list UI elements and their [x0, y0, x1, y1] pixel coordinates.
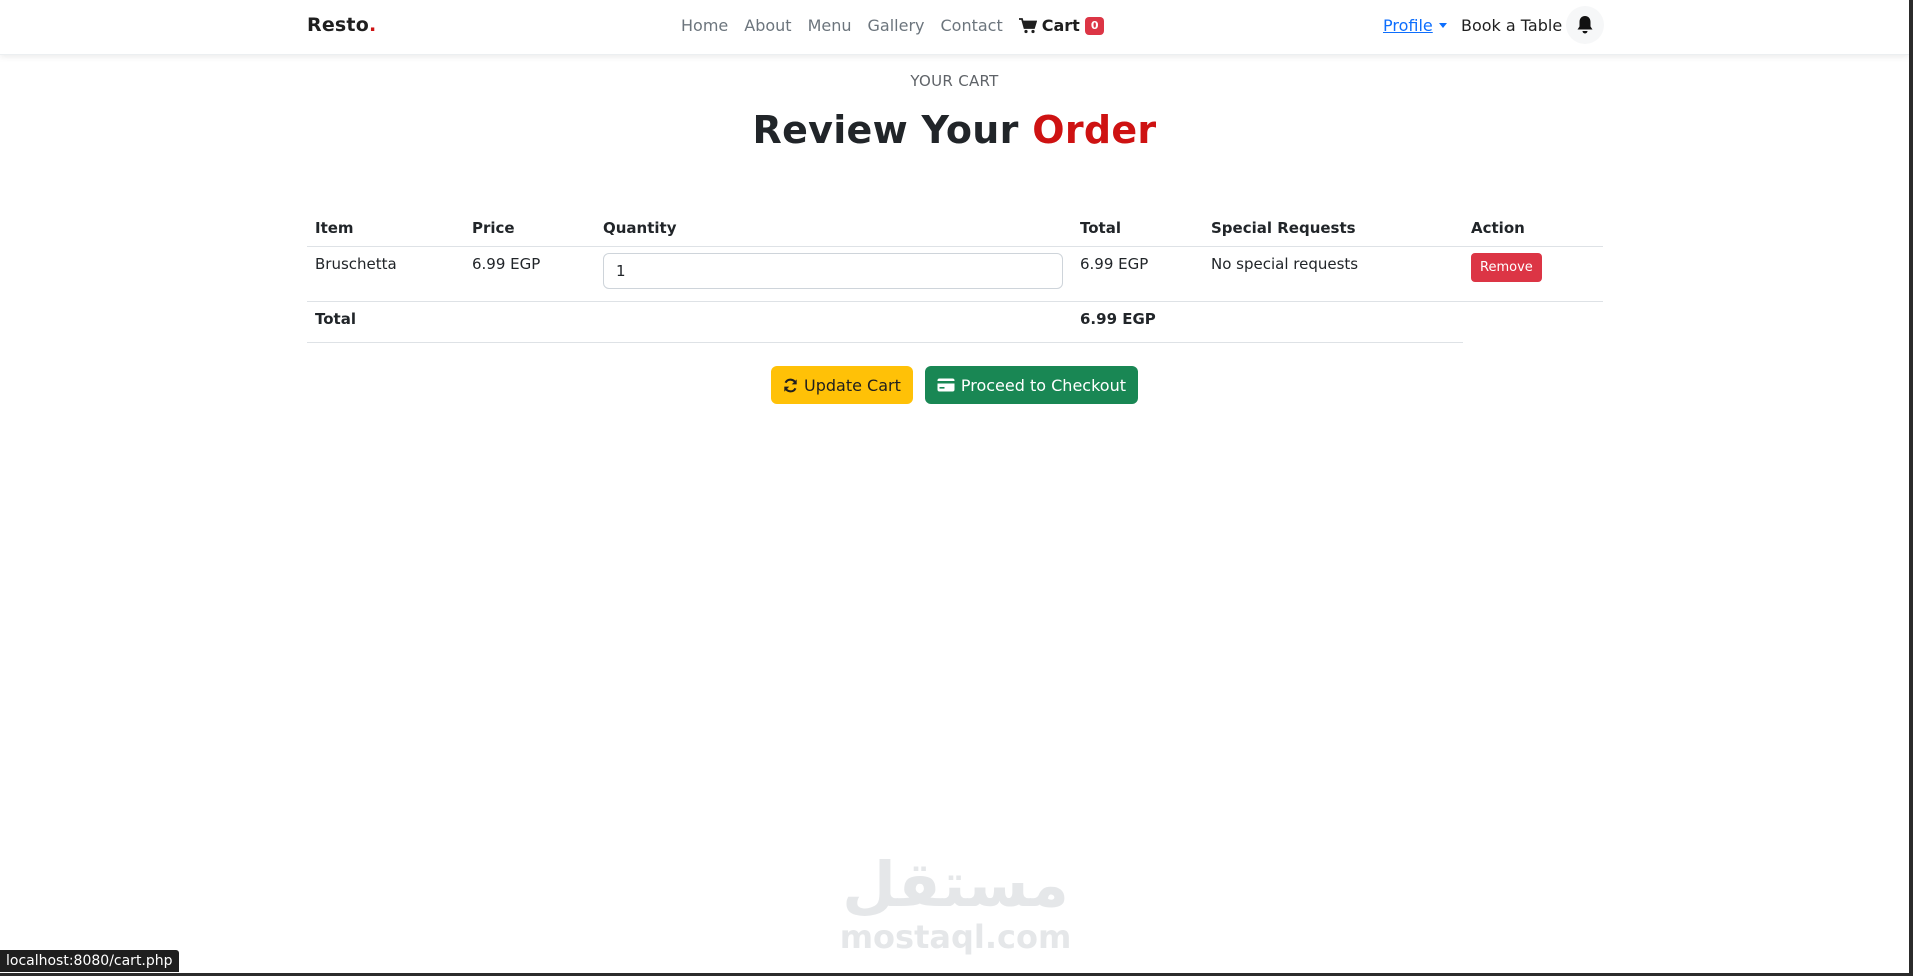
- watermark-latin: mostaql.com: [839, 918, 1072, 956]
- col-header-price: Price: [464, 210, 595, 247]
- table-total-row: Total 6.99 EGP: [307, 301, 1603, 343]
- cell-item: Bruschetta: [307, 246, 464, 302]
- cart-actions: Update Cart Proceed to Checkout: [0, 366, 1909, 404]
- page: Resto. Home About Menu Gallery Contact C…: [0, 0, 1913, 976]
- cell-quantity: [595, 246, 1072, 302]
- nav-about[interactable]: About: [744, 16, 791, 35]
- cell-total: 6.99 EGP: [1072, 246, 1203, 302]
- cell-price: 6.99 EGP: [464, 246, 595, 302]
- nav-home[interactable]: Home: [681, 16, 728, 35]
- checkout-button[interactable]: Proceed to Checkout: [924, 366, 1138, 404]
- nav-gallery[interactable]: Gallery: [868, 16, 925, 35]
- watermark-arabic: مستقل: [842, 848, 1069, 921]
- quantity-input[interactable]: [603, 253, 1063, 289]
- cell-special-requests: No special requests: [1203, 246, 1463, 302]
- credit-card-icon: [937, 378, 955, 392]
- col-header-action: Action: [1463, 210, 1603, 247]
- nav-menu[interactable]: Menu: [808, 16, 852, 35]
- brand-dot: .: [368, 14, 377, 36]
- title-main: Review Your: [752, 108, 1019, 152]
- status-bar-url: localhost:8080/cart.php: [0, 950, 179, 972]
- profile-label: Profile: [1383, 16, 1433, 35]
- page-title: Review Your Order: [0, 108, 1909, 152]
- col-header-total: Total: [1072, 210, 1203, 247]
- col-header-item: Item: [307, 210, 464, 247]
- bell-icon: [1577, 16, 1593, 34]
- cell-action: Remove: [1463, 246, 1603, 302]
- table-header-row: Item Price Quantity Total Special Reques…: [307, 210, 1603, 247]
- cart-icon: [1018, 17, 1037, 33]
- table-row: Bruschetta 6.99 EGP 6.99 EGP No special …: [307, 246, 1603, 302]
- window-edge-right: [1909, 0, 1913, 976]
- cart-table: Item Price Quantity Total Special Reques…: [307, 210, 1603, 343]
- nav-links: Home About Menu Gallery Contact Cart 0: [681, 16, 1105, 35]
- total-label: Total: [307, 301, 464, 343]
- update-cart-label: Update Cart: [804, 375, 901, 395]
- navbar: Resto. Home About Menu Gallery Contact C…: [0, 0, 1909, 55]
- cart-label: Cart: [1041, 16, 1080, 35]
- section-subtitle: YOUR CART: [910, 72, 999, 90]
- col-header-special-requests: Special Requests: [1203, 210, 1463, 247]
- total-value: 6.99 EGP: [1072, 301, 1203, 343]
- brand-logo[interactable]: Resto.: [307, 14, 376, 36]
- caret-down-icon: [1438, 23, 1447, 28]
- remove-button[interactable]: Remove: [1471, 253, 1542, 282]
- update-cart-button[interactable]: Update Cart: [771, 366, 913, 404]
- cart-count-badge: 0: [1084, 16, 1105, 35]
- notifications-button[interactable]: [1566, 6, 1604, 44]
- refresh-icon: [784, 378, 797, 392]
- nav-cart[interactable]: Cart 0: [1018, 16, 1105, 35]
- profile-dropdown[interactable]: Profile: [1383, 16, 1447, 35]
- watermark-logo: مستقل mostaql.com: [838, 848, 1073, 956]
- nav-contact[interactable]: Contact: [940, 16, 1002, 35]
- checkout-label: Proceed to Checkout: [960, 375, 1126, 395]
- book-table-link[interactable]: Book a Table: [1461, 16, 1562, 35]
- brand-name: Resto: [307, 14, 369, 36]
- title-accent: Order: [1032, 108, 1157, 152]
- col-header-quantity: Quantity: [595, 210, 1072, 247]
